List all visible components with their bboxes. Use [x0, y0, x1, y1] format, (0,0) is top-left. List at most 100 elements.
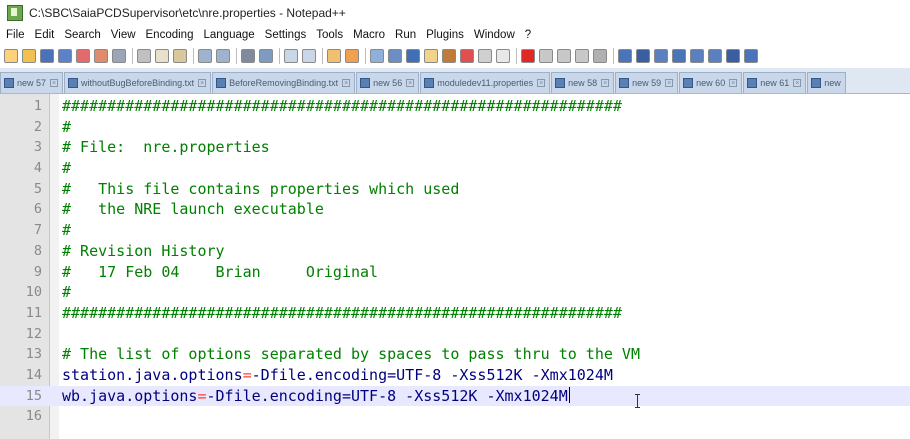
menu-view[interactable]: View [106, 29, 141, 41]
menu-search[interactable]: Search [59, 29, 105, 41]
arrow-up-icon[interactable] [690, 49, 704, 63]
code-line[interactable]: 13 # The list of options separated by spa… [0, 344, 910, 365]
doc-map-icon[interactable] [442, 49, 456, 63]
line-content[interactable]: # The list of options separated by space… [62, 344, 640, 365]
tab-beforeremovingbinding[interactable]: BeforeRemovingBinding.txt × [212, 72, 356, 93]
plugin-2-icon[interactable] [636, 49, 650, 63]
zoom-in-icon[interactable] [284, 49, 298, 63]
menu-settings[interactable]: Settings [260, 29, 312, 41]
menu-encoding[interactable]: Encoding [141, 29, 199, 41]
tab-moduledev11[interactable]: moduledev11.properties × [420, 72, 551, 93]
save-macro-icon[interactable] [593, 49, 607, 63]
stop-macro-icon[interactable] [539, 49, 553, 63]
code-lines[interactable]: 1 #######################################… [0, 96, 910, 427]
tab-close-icon[interactable]: × [342, 79, 351, 87]
menu-edit[interactable]: Edit [30, 29, 60, 41]
tab-new-58[interactable]: new 58 × [551, 72, 615, 93]
tab-close-icon[interactable]: × [198, 79, 207, 87]
find-icon[interactable] [241, 49, 255, 63]
tab-close-icon[interactable]: × [729, 79, 738, 87]
line-content[interactable]: # File: nre.properties [62, 137, 270, 158]
plugin-3-icon[interactable] [654, 49, 668, 63]
menu-macro[interactable]: Macro [348, 29, 390, 41]
menu-help[interactable]: ? [520, 29, 536, 41]
tab-withoutbugbeforebinding[interactable]: withoutBugBeforeBinding.txt × [64, 72, 212, 93]
tab-new-60[interactable]: new 60 × [679, 72, 743, 93]
close-all-icon[interactable] [94, 49, 108, 63]
new-file-icon[interactable] [4, 49, 18, 63]
code-line[interactable]: 16 [0, 406, 910, 427]
line-content[interactable]: # Revision History [62, 241, 225, 262]
copy-icon[interactable] [155, 49, 169, 63]
plugin-4-icon[interactable] [672, 49, 686, 63]
sync-horizontal-icon[interactable] [345, 49, 359, 63]
line-content[interactable]: # [62, 117, 71, 138]
line-content[interactable]: ########################################… [62, 303, 622, 324]
word-wrap-icon[interactable] [370, 49, 384, 63]
tab-new-partial[interactable]: new [807, 72, 846, 93]
tab-close-icon[interactable]: × [665, 79, 674, 87]
menu-run[interactable]: Run [390, 29, 421, 41]
code-line[interactable]: 15 wb.java.options=-Dfile.encoding=UTF-8 … [0, 385, 910, 407]
replace-icon[interactable] [259, 49, 273, 63]
code-line[interactable]: 5 # This file contains properties which u… [0, 179, 910, 200]
tab-close-icon[interactable]: × [793, 79, 802, 87]
code-line[interactable]: 12 [0, 324, 910, 345]
line-content[interactable]: ########################################… [62, 96, 622, 117]
editor-area[interactable]: 1 #######################################… [0, 94, 910, 439]
plugin-1-icon[interactable] [618, 49, 632, 63]
tab-close-icon[interactable]: × [601, 79, 610, 87]
code-line[interactable]: 2 # [0, 117, 910, 138]
code-line[interactable]: 10 # [0, 282, 910, 303]
function-list-icon[interactable] [460, 49, 474, 63]
menu-tools[interactable]: Tools [311, 29, 348, 41]
line-content[interactable]: # [62, 158, 71, 179]
redo-icon[interactable] [216, 49, 230, 63]
plugin-5-icon[interactable] [726, 49, 740, 63]
record-macro-icon[interactable] [521, 49, 535, 63]
open-file-icon[interactable] [22, 49, 36, 63]
tab-new-57[interactable]: new 57 × [0, 72, 64, 93]
zoom-out-icon[interactable] [302, 49, 316, 63]
run-macro-multiple-icon[interactable] [575, 49, 589, 63]
line-content[interactable]: # 17 Feb 04 Brian Original [62, 262, 378, 283]
save-icon[interactable] [40, 49, 54, 63]
code-line[interactable]: 7 # [0, 220, 910, 241]
tab-close-icon[interactable]: × [50, 79, 59, 87]
tab-new-61[interactable]: new 61 × [743, 72, 807, 93]
code-line[interactable]: 1 #######################################… [0, 96, 910, 117]
code-line[interactable]: 14 station.java.options=-Dfile.encoding=U… [0, 365, 910, 386]
line-content[interactable]: # [62, 220, 71, 241]
menu-file[interactable]: File [0, 29, 30, 41]
code-line[interactable]: 8 # Revision History [0, 241, 910, 262]
code-line[interactable]: 6 # the NRE launch executable [0, 199, 910, 220]
code-line[interactable]: 11 ######################################… [0, 303, 910, 324]
line-content[interactable]: wb.java.options=-Dfile.encoding=UTF-8 -X… [62, 386, 570, 407]
menu-plugins[interactable]: Plugins [421, 29, 469, 41]
tab-new-56[interactable]: new 56 × [356, 72, 420, 93]
tab-close-icon[interactable]: × [537, 79, 546, 87]
undo-icon[interactable] [198, 49, 212, 63]
plugin-6-icon[interactable] [744, 49, 758, 63]
line-content[interactable]: station.java.options=-Dfile.encoding=UTF… [62, 365, 613, 386]
cut-icon[interactable] [137, 49, 151, 63]
save-all-icon[interactable] [58, 49, 72, 63]
print-icon[interactable] [112, 49, 126, 63]
paste-icon[interactable] [173, 49, 187, 63]
menu-language[interactable]: Language [198, 29, 259, 41]
tab-new-59[interactable]: new 59 × [615, 72, 679, 93]
arrow-down-icon[interactable] [708, 49, 722, 63]
code-line[interactable]: 4 # [0, 158, 910, 179]
tab-close-icon[interactable]: × [406, 79, 415, 87]
code-line[interactable]: 3 # File: nre.properties [0, 137, 910, 158]
code-line[interactable]: 9 # 17 Feb 04 Brian Original [0, 262, 910, 283]
monitoring-icon[interactable] [496, 49, 510, 63]
user-language-icon[interactable] [424, 49, 438, 63]
line-content[interactable]: # This file contains properties which us… [62, 179, 459, 200]
line-content[interactable]: # the NRE launch executable [62, 199, 324, 220]
sync-vertical-icon[interactable] [327, 49, 341, 63]
show-all-chars-icon[interactable] [388, 49, 402, 63]
indent-guide-icon[interactable] [406, 49, 420, 63]
close-file-icon[interactable] [76, 49, 90, 63]
folder-workspace-icon[interactable] [478, 49, 492, 63]
